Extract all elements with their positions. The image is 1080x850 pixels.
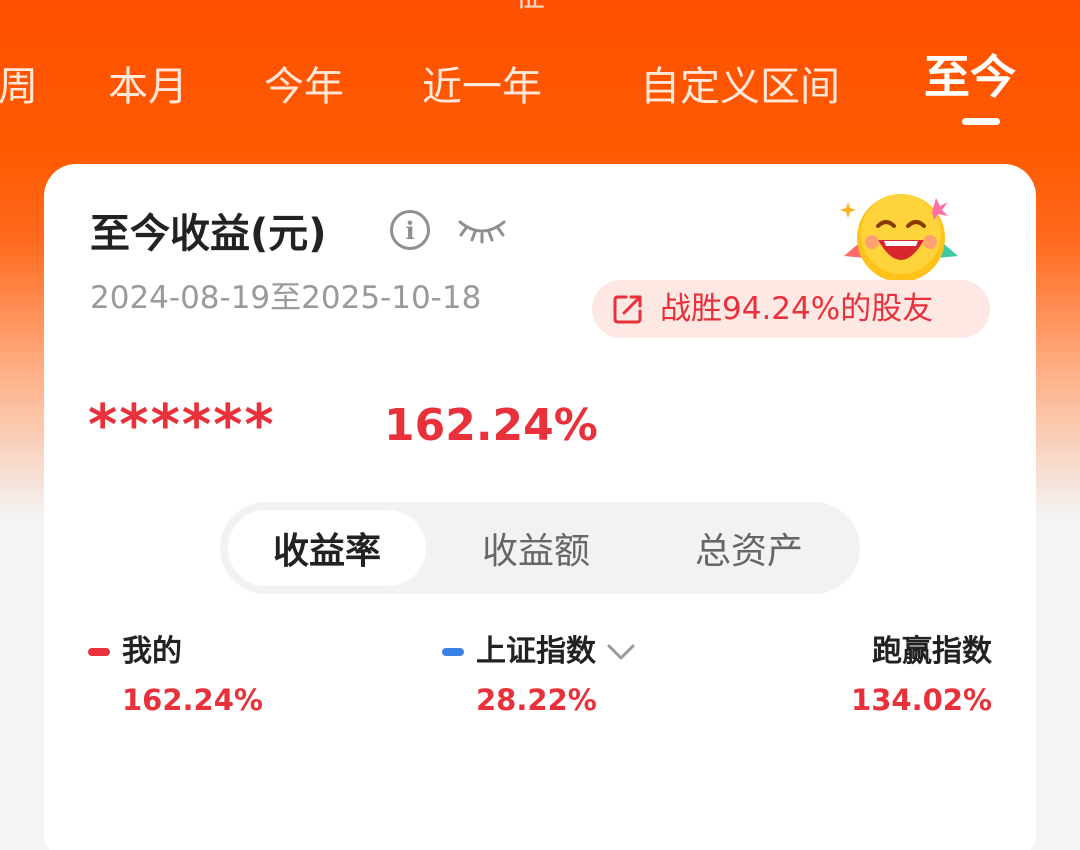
tab-return-rate[interactable]: 收益率 bbox=[228, 510, 426, 586]
legend-mine-label: 我的 bbox=[122, 634, 182, 669]
legend-index-label[interactable]: 上证指数 bbox=[476, 632, 596, 672]
tab-week[interactable]: 周 bbox=[0, 62, 38, 112]
legend-mine: 我的 162.24% bbox=[88, 632, 263, 720]
earnings-title: 至今收益(元) bbox=[90, 211, 327, 257]
tab-last-year[interactable]: 近一年 bbox=[422, 62, 542, 112]
period-tab-bar: 周 本月 今年 近一年 自定义区间 至今 bbox=[0, 50, 1080, 140]
legend-outperform: 跑赢指数 134.02% bbox=[804, 632, 992, 720]
legend-swatch-blue bbox=[442, 648, 464, 656]
tab-custom-range[interactable]: 自定义区间 bbox=[640, 62, 840, 112]
tab-total-assets[interactable]: 总资产 bbox=[646, 510, 852, 586]
header-title-fragment: 征 bbox=[510, 0, 550, 12]
legend-index-value: 28.22% bbox=[476, 683, 597, 717]
beat-peers-badge[interactable]: 战胜94.24%的股友 bbox=[592, 280, 990, 338]
legend-mine-value: 162.24% bbox=[122, 683, 263, 717]
date-range: 2024-08-19至2025-10-18 bbox=[90, 280, 482, 316]
legend-index[interactable]: 上证指数 28.22% bbox=[442, 632, 636, 720]
tab-this-year[interactable]: 今年 bbox=[264, 62, 344, 112]
beat-peers-text: 战胜94.24%的股友 bbox=[660, 291, 934, 327]
tab-this-month[interactable]: 本月 bbox=[108, 62, 188, 112]
earnings-amount-masked: ****** bbox=[88, 393, 276, 458]
laughing-emoji-icon bbox=[840, 194, 958, 282]
share-icon bbox=[613, 295, 642, 324]
legend-outperform-label: 跑赢指数 bbox=[872, 634, 992, 669]
info-icon[interactable]: i bbox=[390, 210, 430, 250]
metric-tab-switcher: 收益率 收益额 总资产 bbox=[220, 502, 860, 594]
chevron-down-icon[interactable] bbox=[606, 641, 636, 663]
active-tab-indicator bbox=[962, 118, 1000, 125]
return-rate-value: 162.24% bbox=[384, 400, 598, 451]
tab-to-date[interactable]: 至今 bbox=[924, 52, 1016, 102]
legend-swatch-red bbox=[88, 648, 110, 656]
tab-return-amount[interactable]: 收益额 bbox=[436, 510, 636, 586]
eye-closed-icon[interactable] bbox=[456, 214, 508, 246]
legend-outperform-value: 134.02% bbox=[851, 683, 992, 717]
earnings-card: 至今收益(元) i 2024-08-19至2025-10-18 战胜94.24%… bbox=[44, 164, 1036, 850]
